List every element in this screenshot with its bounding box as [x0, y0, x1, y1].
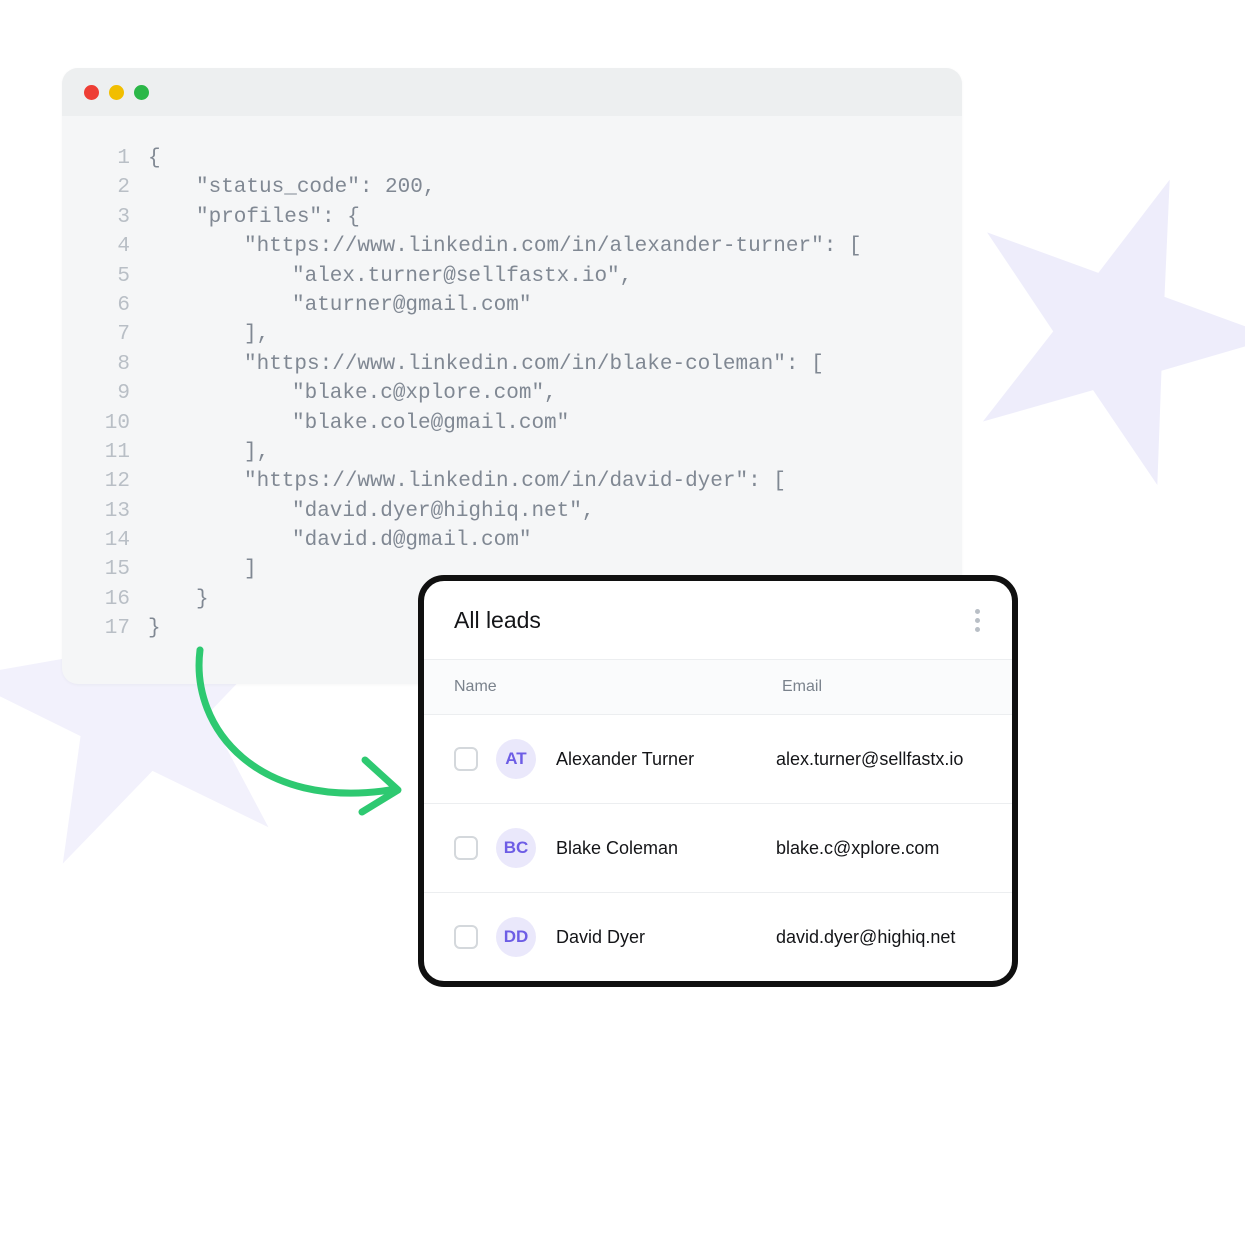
leads-column-headers: Name Email: [424, 659, 1012, 715]
code-line: 2 "status_code": 200,: [90, 173, 934, 202]
code-text: ],: [148, 320, 269, 349]
line-number: 1: [90, 144, 130, 173]
column-header-name: Name: [454, 678, 782, 696]
code-line: 9 "blake.c@xplore.com",: [90, 379, 934, 408]
code-text: "https://www.linkedin.com/in/blake-colem…: [148, 350, 824, 379]
code-line: 8 "https://www.linkedin.com/in/blake-cole…: [90, 350, 934, 379]
row-checkbox[interactable]: [454, 747, 478, 771]
code-line: 11],: [90, 438, 934, 467]
code-text: "blake.c@xplore.com",: [148, 379, 557, 408]
code-text: "david.dyer@highiq.net",: [148, 497, 594, 526]
code-line: 1{: [90, 144, 934, 173]
lead-email: alex.turner@sellfastx.io: [776, 749, 963, 770]
window-minimize-dot[interactable]: [109, 85, 124, 100]
window-close-dot[interactable]: [84, 85, 99, 100]
lead-name: David Dyer: [556, 927, 776, 948]
line-number: 16: [90, 585, 130, 614]
lead-email: david.dyer@highiq.net: [776, 927, 955, 948]
code-text: "alex.turner@sellfastx.io",: [148, 262, 632, 291]
lead-row[interactable]: DD David Dyerdavid.dyer@highiq.net: [424, 893, 1012, 981]
code-text: "status_code": 200,: [148, 173, 435, 202]
code-line: 10 "blake.cole@gmail.com": [90, 409, 934, 438]
line-number: 12: [90, 467, 130, 496]
code-text: }: [148, 585, 209, 614]
line-number: 3: [90, 203, 130, 232]
code-line: 13 "david.dyer@highiq.net",: [90, 497, 934, 526]
code-text: "david.d@gmail.com": [148, 526, 531, 555]
line-number: 11: [90, 438, 130, 467]
row-checkbox[interactable]: [454, 836, 478, 860]
line-number: 13: [90, 497, 130, 526]
avatar: AT: [496, 739, 536, 779]
window-titlebar: [62, 68, 962, 116]
lead-row[interactable]: BC Blake Colemanblake.c@xplore.com: [424, 804, 1012, 893]
code-line: 12 "https://www.linkedin.com/in/david-dye…: [90, 467, 934, 496]
code-line: 3 "profiles": {: [90, 203, 934, 232]
code-text: ]: [148, 555, 257, 584]
code-text: {: [148, 144, 161, 173]
leads-title: All leads: [454, 607, 541, 634]
leads-header: All leads: [424, 581, 1012, 659]
code-text: }: [148, 614, 161, 643]
lead-name: Blake Coleman: [556, 838, 776, 859]
code-text: "aturner@gmail.com": [148, 291, 531, 320]
window-zoom-dot[interactable]: [134, 85, 149, 100]
code-line: 4 "https://www.linkedin.com/in/alexander-…: [90, 232, 934, 261]
line-number: 5: [90, 262, 130, 291]
arrow-icon: [170, 640, 430, 840]
lead-name: Alexander Turner: [556, 749, 776, 770]
lead-email: blake.c@xplore.com: [776, 838, 939, 859]
avatar: BC: [496, 828, 536, 868]
line-number: 14: [90, 526, 130, 555]
line-number: 4: [90, 232, 130, 261]
code-text: ],: [148, 438, 269, 467]
code-line: 7],: [90, 320, 934, 349]
line-number: 15: [90, 555, 130, 584]
line-number: 7: [90, 320, 130, 349]
code-text: "profiles": {: [148, 203, 360, 232]
line-number: 9: [90, 379, 130, 408]
row-checkbox[interactable]: [454, 925, 478, 949]
lead-row[interactable]: AT Alexander Turneralex.turner@sellfastx.…: [424, 715, 1012, 804]
line-number: 2: [90, 173, 130, 202]
code-text: "https://www.linkedin.com/in/alexander-t…: [148, 232, 862, 261]
line-number: 8: [90, 350, 130, 379]
avatar: DD: [496, 917, 536, 957]
code-line: 14 "david.d@gmail.com": [90, 526, 934, 555]
more-options-icon[interactable]: [969, 603, 986, 638]
code-line: 5 "alex.turner@sellfastx.io",: [90, 262, 934, 291]
column-header-email: Email: [782, 678, 982, 696]
leads-card: All leads Name Email AT Alexander Turnera…: [418, 575, 1018, 987]
line-number: 6: [90, 291, 130, 320]
code-text: "blake.cole@gmail.com": [148, 409, 569, 438]
code-text: "https://www.linkedin.com/in/david-dyer"…: [148, 467, 786, 496]
line-number: 17: [90, 614, 130, 643]
line-number: 10: [90, 409, 130, 438]
code-line: 6 "aturner@gmail.com": [90, 291, 934, 320]
